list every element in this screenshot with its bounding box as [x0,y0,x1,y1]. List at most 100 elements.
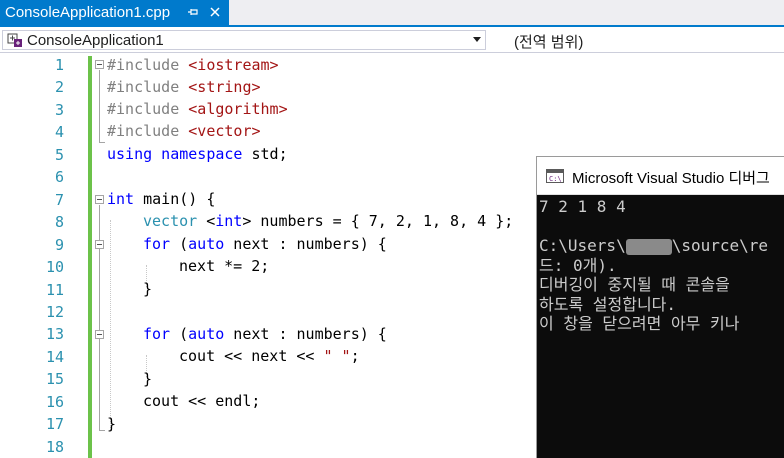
line-number: 8 [54,213,64,232]
console-path-start: C:\Users\ [539,236,626,255]
member-scope-dropdown[interactable]: (전역 범위) [490,30,784,51]
collapse-for-loop-icon[interactable] [95,330,104,339]
navigation-bar: ConsoleApplication1 (전역 범위) [0,27,784,53]
line-number: 14 [45,347,64,366]
document-tab-strip: ConsoleApplication1.cpp [0,0,784,27]
code-token: next : numbers) { [224,235,387,253]
code-token: auto [188,235,225,253]
project-scope-label: ConsoleApplication1 [27,32,164,49]
console-line: 디버깅이 중지될 때 콘솔을 [539,275,730,294]
line-number: 3 [54,100,64,119]
code-token: } [143,280,153,298]
code-line-7: int main() { [107,188,215,210]
console-line: 드: 0개). [539,255,617,275]
line-number: 11 [45,280,64,299]
code-line-11: } [143,278,152,300]
console-title: Microsoft Visual Studio 디버그 [572,170,770,187]
pin-icon[interactable] [186,5,200,19]
code-token: main() { [134,190,216,208]
debug-console-window[interactable]: C:\ Microsoft Visual Studio 디버그 7 2 1 8 … [536,156,784,458]
code-line-16: cout << endl; [143,390,260,412]
code-token: using [107,145,153,163]
code-line-1: #include <iostream> [107,54,279,76]
outline-end [99,430,105,431]
line-number: 13 [45,325,64,344]
collapse-includes-icon[interactable] [95,60,104,69]
code-line-2: #include <string> [107,76,261,98]
code-line-8: vector <int> numbers = { 7, 2, 1, 8, 4 }… [143,210,513,232]
tab-title: ConsoleApplication1.cpp [5,4,171,21]
code-token: } [107,415,117,433]
console-line: 하도록 설정합니다. [539,294,677,314]
member-scope-label: (전역 범위) [514,34,584,51]
code-token: } [143,370,153,388]
code-token: " " [323,347,351,365]
collapse-for-loop-icon[interactable] [95,240,104,249]
code-token: ( [170,325,189,343]
code-line-10: next *= 2; [179,255,269,277]
code-line-9: for (auto next : numbers) { [143,233,387,255]
line-number: 1 [54,56,64,74]
redacted-username [625,238,672,255]
line-number: 16 [45,392,64,411]
close-icon[interactable] [208,5,222,19]
code-token: for [143,325,171,343]
console-line: 7 2 1 8 4 [539,197,626,216]
code-token: #include [107,78,189,96]
svg-text:C:\: C:\ [549,175,562,183]
code-token: <iostream> [188,56,279,74]
code-line-15: } [143,368,152,390]
collapse-main-icon[interactable] [95,195,104,204]
code-line-13: for (auto next : numbers) { [143,323,387,345]
line-number: 5 [54,145,64,164]
code-line-14: cout << next << " "; [179,345,360,367]
code-token: > numbers = { 7, 2, 1, 8, 4 }; [242,212,514,230]
line-number: 15 [45,370,64,389]
code-line-3: #include <algorithm> [107,98,288,120]
outline-end [99,142,105,143]
code-token: auto [188,325,225,343]
outline-line [99,205,100,430]
code-token: cout << next << [179,347,324,365]
code-token: int [107,190,135,208]
document-tab[interactable]: ConsoleApplication1.cpp [0,0,229,25]
line-number: 6 [54,168,64,187]
code-token: < [197,212,216,230]
code-token: ; [350,347,360,365]
line-number: 17 [45,415,64,434]
code-token: <vector> [188,122,261,140]
code-token: <string> [188,78,261,96]
console-path-end: \source\re [671,236,769,255]
code-token: #include [107,56,189,74]
code-token: next : numbers) { [224,325,387,343]
code-token: ( [170,235,189,253]
code-token: #include [107,122,189,140]
code-line-5: using namespace std; [107,143,288,165]
line-number: 12 [45,302,64,321]
project-scope-dropdown[interactable]: ConsoleApplication1 [2,30,486,50]
code-token: int [215,212,243,230]
console-app-icon: C:\ [546,169,564,183]
line-number: 4 [54,123,64,142]
console-output: 7 2 1 8 4​C:\Users\ \source\re 드: 0개).디버깅이… [539,197,784,334]
code-token: vector [143,212,198,230]
line-number: 9 [54,235,64,254]
code-token: #include [107,100,189,118]
code-token: for [143,235,171,253]
line-number: 10 [45,258,64,277]
code-token: cout << endl; [143,392,261,410]
code-line-17: } [107,413,116,435]
chevron-down-icon[interactable] [473,37,481,43]
line-number: 7 [54,190,64,209]
line-number: 18 [45,437,64,456]
cpp-project-icon [7,33,22,47]
indent-guide [110,220,111,430]
console-line: C:\Users\ \source\re [539,236,784,256]
change-tracking-bar [88,56,92,458]
code-token: std; [242,145,288,163]
console-line: ​ [539,217,784,237]
line-number: 2 [54,78,64,97]
code-token: namespace [152,145,243,163]
code-token: next *= 2; [179,257,270,275]
console-titlebar[interactable]: C:\ Microsoft Visual Studio 디버그 [537,157,784,195]
